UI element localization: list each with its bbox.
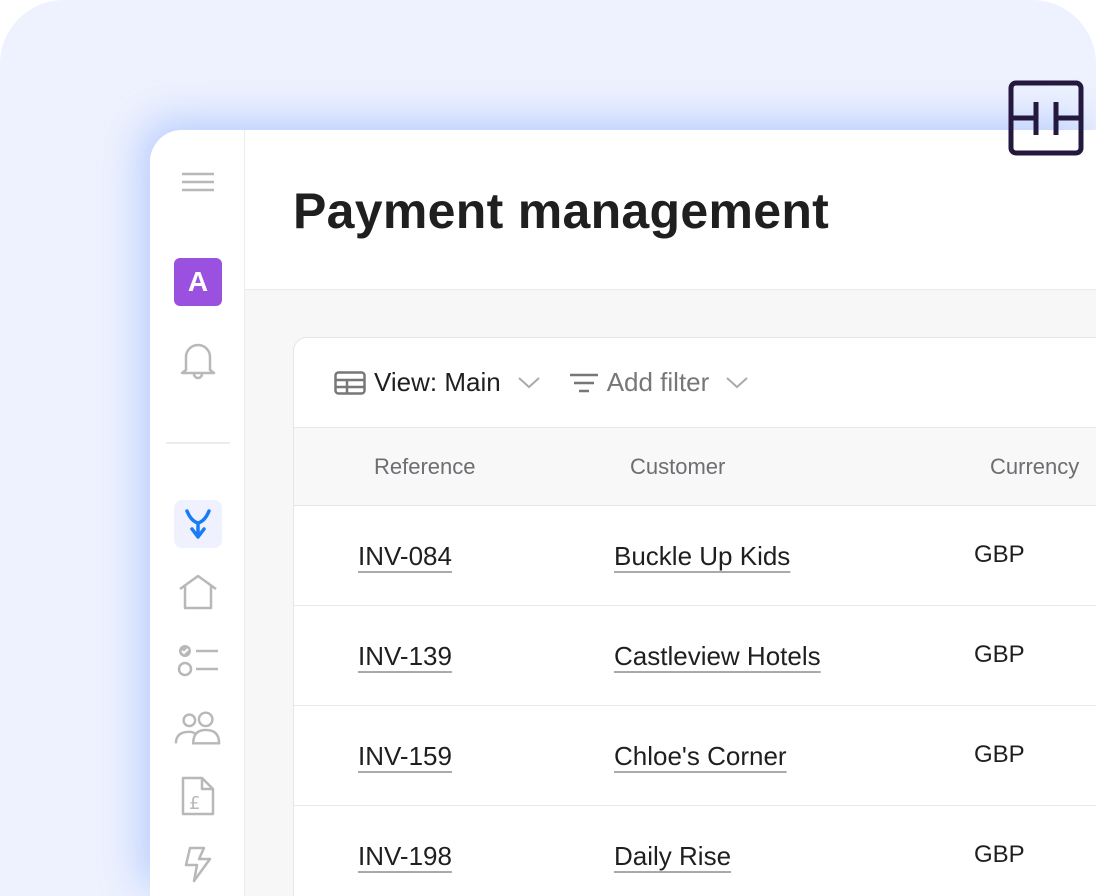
menu-icon [182, 172, 214, 192]
table-row[interactable]: INV-139 Castleview Hotels GBP [294, 606, 1096, 706]
table-body: INV-084 Buckle Up Kids GBP INV-139 Castlevie… [294, 506, 1096, 896]
table-row[interactable]: INV-159 Chloe's Corner GBP [294, 706, 1096, 806]
currency-cell: GBP [974, 841, 1025, 868]
currency-cell: GBP [974, 541, 1025, 568]
page-header: Payment management [245, 130, 1096, 290]
reference-link[interactable]: INV-159 [358, 741, 452, 772]
lightning-icon [184, 846, 212, 883]
customer-link[interactable]: Daily Rise [614, 841, 731, 872]
view-label: View: Main [374, 367, 501, 397]
table-header: Reference Customer Currency [294, 428, 1096, 506]
add-filter-button[interactable]: Add filter [569, 367, 750, 398]
app-window: A £ Payment management View: Main Add fi… [150, 130, 1096, 896]
sidebar-item-invoices[interactable]: £ [174, 772, 222, 820]
reference-link[interactable]: INV-139 [358, 641, 452, 672]
customer-link[interactable]: Buckle Up Kids [614, 541, 790, 572]
table-row[interactable]: INV-198 Daily Rise GBP [294, 806, 1096, 896]
payments-table-card: View: Main Add filter Reference Customer… [293, 337, 1096, 896]
bell-icon [180, 343, 216, 380]
sidebar-item-automations[interactable] [174, 840, 222, 888]
table-row[interactable]: INV-084 Buckle Up Kids GBP [294, 506, 1096, 606]
view-selector[interactable]: View: Main [334, 367, 541, 398]
table-icon [334, 370, 366, 395]
customer-link[interactable]: Castleview Hotels [614, 641, 821, 672]
menu-button[interactable] [174, 158, 222, 206]
column-header-currency[interactable]: Currency [990, 454, 1079, 480]
column-header-reference[interactable]: Reference [374, 454, 476, 480]
sidebar-item-payments[interactable] [174, 500, 222, 548]
main-content: View: Main Add filter Reference Customer… [245, 290, 1096, 896]
table-toolbar: View: Main Add filter [294, 338, 1096, 428]
invoice-pound-icon: £ [181, 776, 215, 816]
sidebar-divider [166, 442, 230, 444]
checklist-icon [177, 645, 218, 677]
avatar[interactable]: A [174, 258, 222, 306]
filter-label: Add filter [606, 367, 710, 397]
home-icon [179, 574, 217, 610]
merge-arrow-icon [185, 509, 211, 539]
sidebar-item-tasks[interactable] [174, 636, 222, 684]
reference-link[interactable]: INV-084 [358, 541, 452, 572]
brand-logo-icon [1008, 80, 1084, 156]
filter-icon [569, 373, 598, 392]
sidebar: A £ [150, 130, 245, 896]
currency-cell: GBP [974, 641, 1025, 668]
currency-cell: GBP [974, 741, 1025, 768]
reference-link[interactable]: INV-198 [358, 841, 452, 872]
chevron-down-icon [518, 376, 540, 388]
svg-text:£: £ [189, 793, 200, 814]
page-title: Payment management [293, 183, 830, 239]
customer-link[interactable]: Chloe's Corner [614, 741, 787, 772]
column-header-customer[interactable]: Customer [630, 454, 725, 480]
sidebar-item-home[interactable] [174, 568, 222, 616]
sidebar-item-customers[interactable] [174, 704, 222, 752]
chevron-down-icon [726, 376, 748, 388]
notifications-button[interactable] [174, 336, 222, 384]
users-icon [174, 711, 221, 745]
